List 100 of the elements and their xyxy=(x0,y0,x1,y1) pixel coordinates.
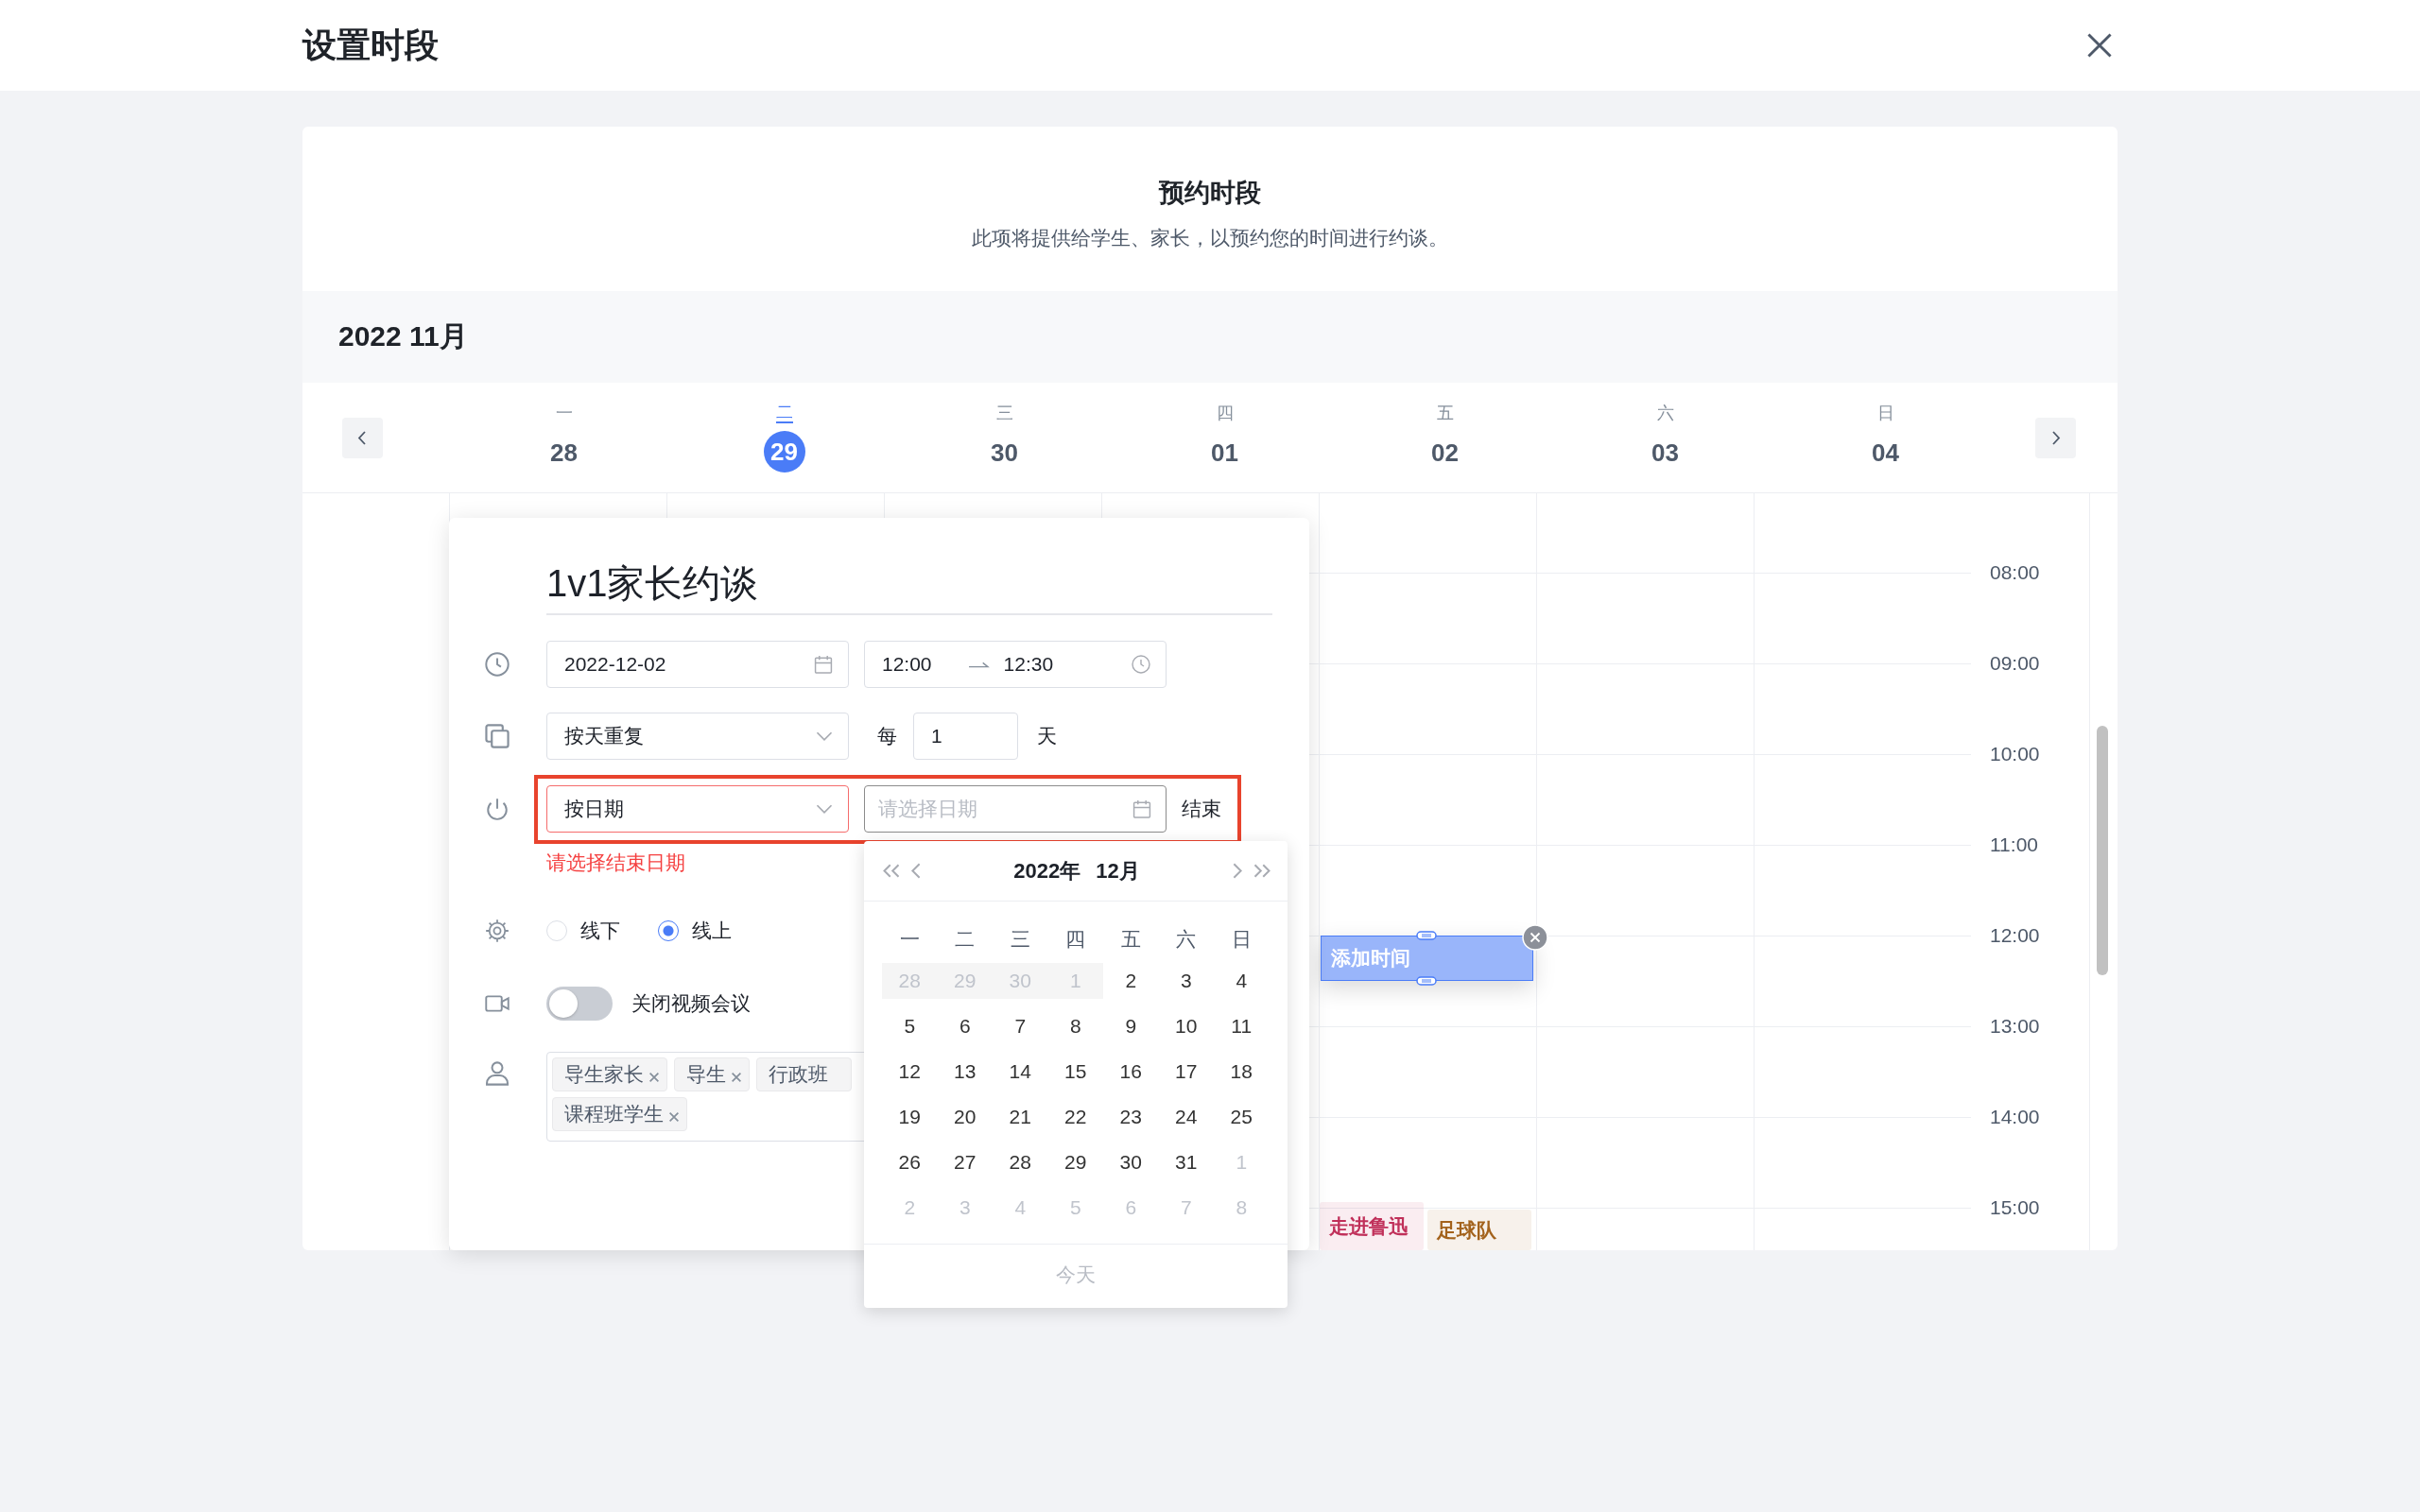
next-week-icon[interactable] xyxy=(2035,417,2076,458)
double-chevron-left-icon[interactable] xyxy=(883,864,900,878)
date-cell[interactable]: 28 xyxy=(993,1144,1048,1180)
time-label: 12:00 xyxy=(1989,924,2041,948)
event-title-field[interactable]: 1v1家长约谈 xyxy=(546,557,1272,615)
date-cell[interactable]: 17 xyxy=(1158,1054,1214,1090)
date-cell[interactable]: 4 xyxy=(1214,963,1270,999)
weekday-label: 四 xyxy=(1216,403,1234,424)
date-number[interactable]: 28 xyxy=(543,432,585,473)
date-cell[interactable]: 25 xyxy=(1214,1099,1270,1135)
date-cell[interactable]: 16 xyxy=(1103,1054,1159,1090)
date-cell[interactable]: 23 xyxy=(1103,1099,1159,1135)
date-cell[interactable]: 15 xyxy=(1047,1054,1103,1090)
time-label: 11:00 xyxy=(1989,833,2039,857)
error-message: 请选择结束日期 xyxy=(546,851,685,874)
date-number[interactable]: 29 xyxy=(763,431,805,472)
date-cell[interactable]: 10 xyxy=(1158,1008,1214,1044)
calendar-icon xyxy=(1132,799,1151,818)
chevron-left-icon[interactable] xyxy=(911,863,921,879)
dialog-title: 设置时段 xyxy=(302,24,439,66)
month-label[interactable]: 12月 xyxy=(1096,858,1140,883)
weekday-label: 一 xyxy=(555,403,573,424)
section-subtitle: 此项将提供给学生、家长，以预约您的时间进行约谈。 xyxy=(972,226,1448,250)
date-number[interactable]: 03 xyxy=(1644,432,1686,473)
participant-tag[interactable]: 行政班 xyxy=(756,1057,852,1091)
date-cell[interactable]: 5 xyxy=(882,1008,938,1044)
weekday-label: 四 xyxy=(1064,927,1087,952)
radio-label: 线上 xyxy=(692,919,732,943)
end-date-field[interactable]: 请选择日期 xyxy=(864,785,1167,833)
date-cell[interactable]: 22 xyxy=(1047,1099,1103,1135)
date-cell[interactable]: 26 xyxy=(882,1144,938,1180)
date-cell[interactable]: 21 xyxy=(993,1099,1048,1135)
close-icon[interactable] xyxy=(2087,33,2112,58)
date-cell[interactable]: 3 xyxy=(1158,963,1214,999)
time-label: 14:00 xyxy=(1989,1106,2041,1129)
date-cell[interactable]: 8 xyxy=(1047,1008,1103,1044)
date-number[interactable]: 02 xyxy=(1424,432,1466,473)
participant-tag[interactable]: 课程班学生 xyxy=(552,1097,687,1131)
resize-handle-icon[interactable] xyxy=(1416,976,1437,986)
weekday-label: 五 xyxy=(1119,927,1142,952)
date-field[interactable]: 2022-12-02 xyxy=(546,641,849,688)
resize-handle-icon[interactable] xyxy=(1416,931,1437,940)
weekday-label: 五 xyxy=(1436,403,1454,424)
date-cell[interactable]: 2 xyxy=(1103,963,1159,999)
double-chevron-right-icon[interactable] xyxy=(1253,864,1270,878)
date-cell[interactable]: 18 xyxy=(1214,1054,1270,1090)
event-block[interactable]: 足球队 xyxy=(1427,1210,1531,1250)
date-cell[interactable]: 27 xyxy=(937,1144,993,1180)
date-cell[interactable]: 13 xyxy=(937,1054,993,1090)
date-cell[interactable]: 12 xyxy=(882,1054,938,1090)
previous-week-icon[interactable] xyxy=(342,417,383,458)
year-label[interactable]: 2022年 xyxy=(1013,858,1081,883)
time-label: 10:00 xyxy=(1989,743,2041,766)
weekday-label: 六 xyxy=(1175,927,1198,952)
date-cell[interactable]: 14 xyxy=(993,1054,1048,1090)
date-cell[interactable]: 9 xyxy=(1103,1008,1159,1044)
time-range-field[interactable]: 12:00 12:30 xyxy=(864,641,1167,688)
calendar-icon xyxy=(814,655,833,674)
remove-icon[interactable] xyxy=(669,1112,679,1122)
weekday-label: 三 xyxy=(1009,927,1031,952)
date-cell[interactable]: 20 xyxy=(937,1099,993,1135)
repeat-select[interactable]: 按天重复 xyxy=(546,713,849,760)
participant-tag[interactable]: 导生家长 xyxy=(552,1057,667,1091)
date-cell[interactable]: 24 xyxy=(1158,1099,1214,1135)
chevron-down-icon xyxy=(816,804,833,814)
end-mode-select[interactable]: 按日期 xyxy=(546,785,849,833)
date-number[interactable]: 04 xyxy=(1864,432,1907,473)
weekday-label: 日 xyxy=(1876,403,1894,424)
date-number[interactable]: 30 xyxy=(983,432,1026,473)
date-number[interactable]: 01 xyxy=(1203,432,1246,473)
radio-label: 线下 xyxy=(580,919,620,943)
clock-icon xyxy=(485,652,510,677)
month-label: 2022 11月 xyxy=(338,319,468,353)
radio-button[interactable] xyxy=(658,920,679,941)
section-title: 预约时段 xyxy=(1159,178,1261,209)
weekday-label: 日 xyxy=(1230,927,1253,952)
date-cell[interactable]: 19 xyxy=(882,1099,938,1135)
date-cell[interactable]: 7 xyxy=(993,1008,1048,1044)
chevron-down-icon xyxy=(816,731,833,741)
field-label: 每 xyxy=(877,724,897,748)
event-block[interactable]: 走进鲁迅 xyxy=(1320,1202,1424,1250)
date-cell[interactable]: 30 xyxy=(1103,1144,1159,1180)
chevron-right-icon[interactable] xyxy=(1233,863,1242,879)
toggle-label: 关闭视频会议 xyxy=(631,991,751,1016)
power-icon xyxy=(485,797,510,822)
weekday-label: 一 xyxy=(898,927,921,952)
time-label: 15:00 xyxy=(1989,1196,2041,1220)
remove-icon[interactable] xyxy=(732,1073,741,1082)
date-cell[interactable]: 31 xyxy=(1158,1144,1214,1180)
toggle-switch[interactable] xyxy=(546,987,613,1021)
date-cell[interactable]: 6 xyxy=(937,1008,993,1044)
date-cell[interactable]: 29 xyxy=(1047,1144,1103,1180)
remove-icon[interactable] xyxy=(649,1073,659,1082)
interval-field[interactable]: 1 xyxy=(913,713,1018,760)
date-cell[interactable]: 11 xyxy=(1214,1008,1270,1044)
field-label: 天 xyxy=(1037,724,1057,748)
scrollbar-thumb[interactable] xyxy=(2097,726,2108,975)
copy-icon xyxy=(485,724,510,748)
participant-tag[interactable]: 导生 xyxy=(674,1057,750,1091)
weekday-label: 三 xyxy=(995,403,1013,424)
